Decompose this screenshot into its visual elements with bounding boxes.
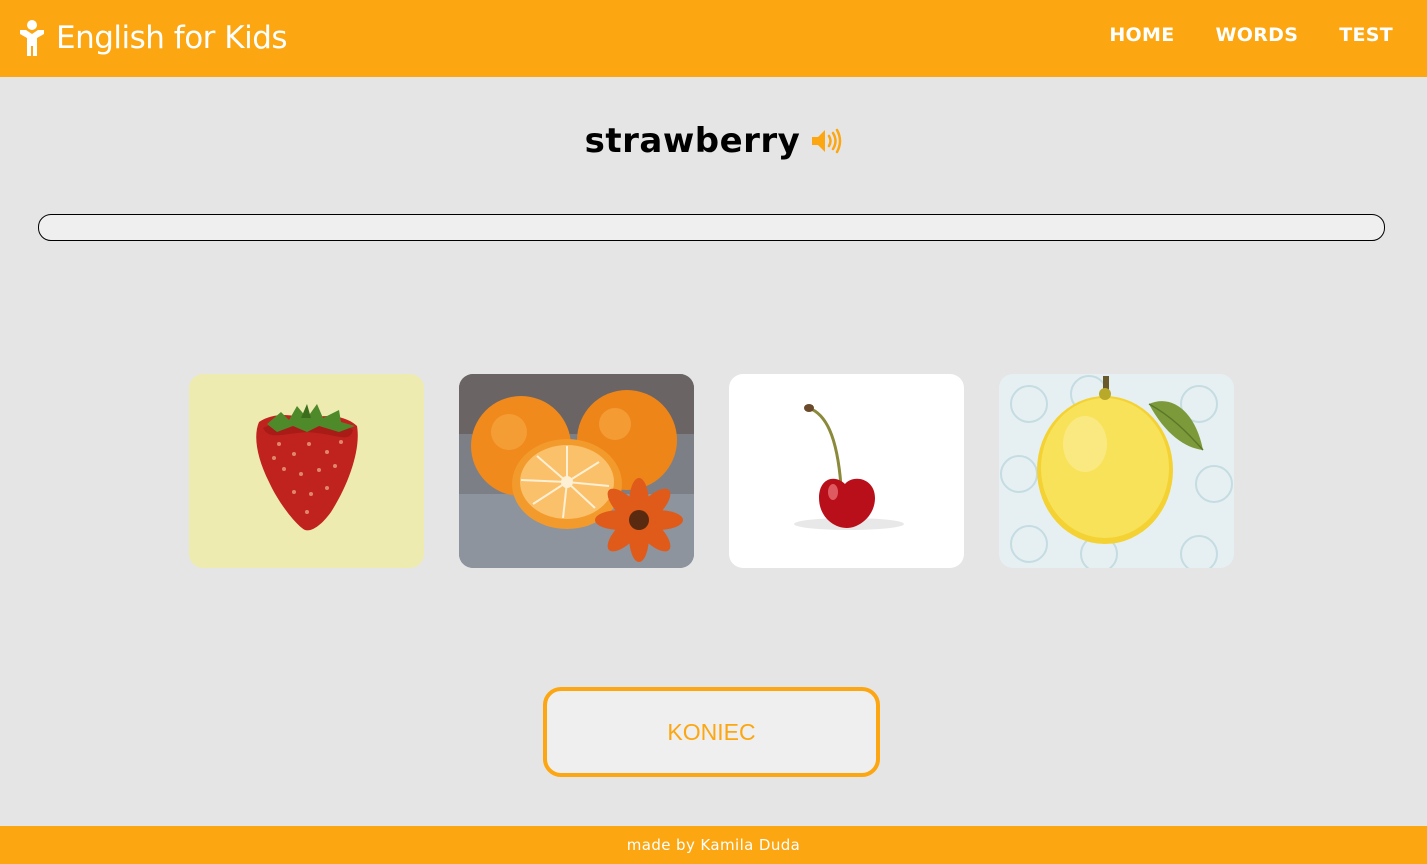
main-nav: HOME WORDS TEST <box>1068 24 1393 46</box>
choice-cherry[interactable] <box>729 374 964 568</box>
header: English for Kids HOME WORDS TEST <box>0 0 1427 77</box>
strawberry-image <box>189 374 424 568</box>
answer-choices <box>189 374 1234 568</box>
target-word: strawberry <box>584 121 801 161</box>
choice-lemon[interactable] <box>999 374 1234 568</box>
brand[interactable]: English for Kids <box>18 16 288 60</box>
lemon-image <box>999 374 1234 568</box>
end-button[interactable]: KONIEC <box>543 687 880 777</box>
word-prompt: strawberry <box>0 118 1427 164</box>
progress-bar <box>38 214 1385 241</box>
nav-words[interactable]: WORDS <box>1216 24 1299 46</box>
footer: made by Kamila Duda <box>0 826 1427 864</box>
choice-orange[interactable] <box>459 374 694 568</box>
cherry-image <box>729 374 964 568</box>
footer-credit: made by Kamila Duda <box>626 836 801 854</box>
choice-strawberry[interactable] <box>189 374 424 568</box>
nav-test[interactable]: TEST <box>1339 24 1393 46</box>
brand-title: English for Kids <box>56 20 288 56</box>
child-icon <box>20 20 44 56</box>
nav-home[interactable]: HOME <box>1109 24 1174 46</box>
speaker-icon[interactable] <box>810 127 842 155</box>
orange-image <box>459 374 694 568</box>
